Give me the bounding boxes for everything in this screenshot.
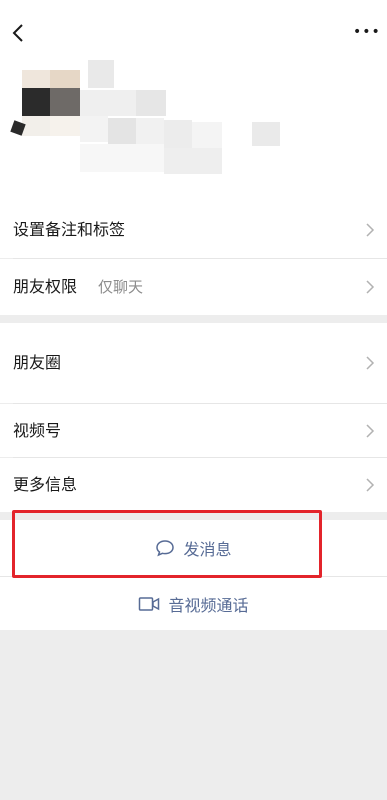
moments-label: 朋友圈: [13, 353, 62, 372]
more-info-label: 更多信息: [13, 475, 78, 494]
av-call-button[interactable]: 音视频通话: [0, 577, 387, 630]
avatar-mosaic: [10, 60, 288, 180]
chevron-right-icon: [366, 280, 375, 294]
more-options-button[interactable]: •••: [353, 22, 380, 42]
row-channels[interactable]: 视频号: [0, 404, 387, 457]
video-camera-icon: [139, 596, 160, 611]
more-horizontal-icon: •••: [353, 24, 381, 40]
friend-permissions-label: 朋友权限: [13, 277, 78, 296]
profile-header: •••: [0, 0, 387, 202]
chevron-right-icon: [366, 424, 375, 438]
channels-label: 视频号: [13, 421, 62, 440]
row-remark-tags[interactable]: 设置备注和标签: [0, 202, 387, 258]
back-button[interactable]: [6, 20, 32, 46]
av-call-label: 音视频通话: [168, 595, 249, 615]
remark-tags-label: 设置备注和标签: [13, 220, 126, 239]
row-friend-permissions[interactable]: 朋友权限 仅聊天: [0, 259, 387, 315]
highlight-box: [12, 510, 322, 578]
chevron-left-icon: [12, 24, 23, 42]
row-more-info[interactable]: 更多信息: [0, 458, 387, 512]
av-call-content: 音视频通话: [0, 577, 387, 630]
friend-permissions-value: 仅聊天: [98, 278, 144, 296]
chevron-right-icon: [366, 223, 375, 237]
chevron-right-icon: [366, 356, 375, 370]
row-moments[interactable]: 朋友圈: [0, 323, 387, 403]
chevron-right-icon: [366, 478, 375, 492]
